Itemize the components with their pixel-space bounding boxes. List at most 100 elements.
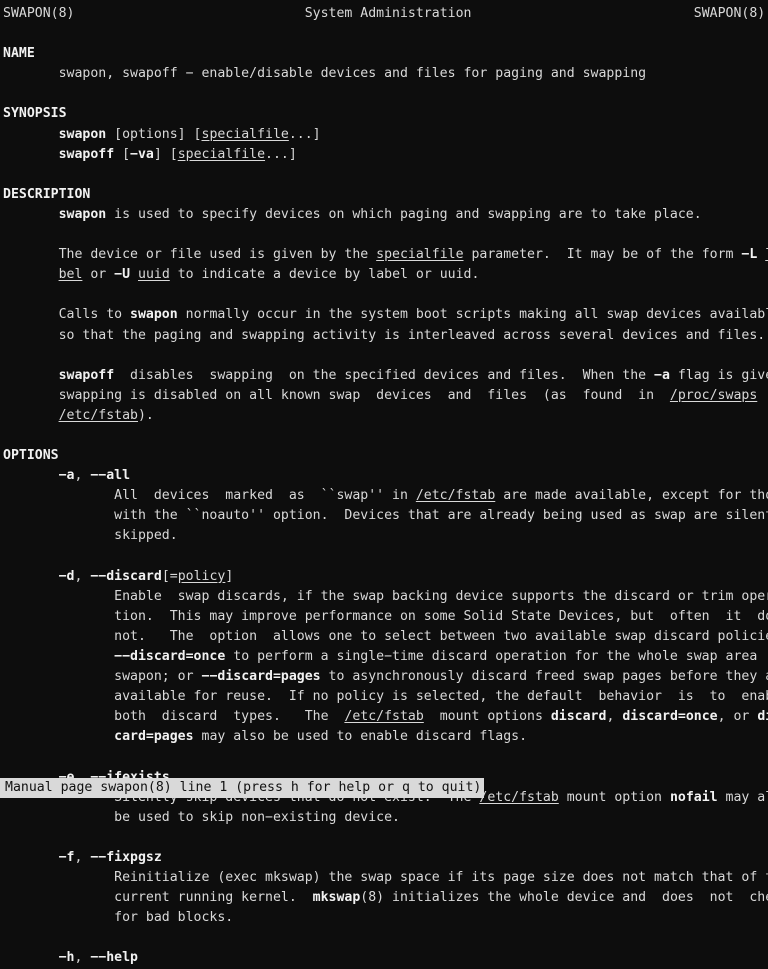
plain-text: available for reuse. If no policy is sel… (3, 689, 768, 705)
man-line: OPTIONS (3, 446, 768, 466)
underlined-text: specialfile (376, 247, 464, 263)
plain-text: All devices marked as ``swap'' in (3, 488, 416, 504)
plain-text: , (606, 709, 623, 725)
man-line (3, 24, 768, 44)
man-line (3, 225, 768, 245)
plain-text (3, 368, 59, 383)
underlined-text: /etc/fstab (479, 789, 559, 805)
plain-text: The device or file used is given by the (3, 247, 377, 263)
man-line: Enable swap discards, if the swap backin… (3, 587, 768, 607)
plain-text (3, 408, 59, 423)
plain-text (3, 569, 59, 584)
bold-text: SYNOPSIS (3, 106, 67, 122)
plain-text: be used to skip non−existing device. (3, 809, 400, 825)
man-line: swapoff [−va] [specialfile...] (3, 145, 768, 165)
bold-text: −−all (90, 468, 131, 484)
plain-text: are made available, except for those (495, 488, 768, 504)
plain-text: , (74, 568, 91, 584)
man-line: −−discard=once to perform a single−time … (3, 647, 768, 667)
plain-text (3, 267, 59, 282)
plain-text: ). (137, 407, 154, 423)
plain-text: swapping is disabled on all known swap d… (3, 387, 670, 403)
plain-text (74, 6, 304, 21)
man-line: swapoff disables swapping on the specifi… (3, 366, 768, 386)
bold-text: −va (130, 146, 154, 162)
plain-text (3, 850, 59, 865)
bold-text: −−discard=pages (201, 669, 321, 685)
bold-text: swapon (58, 206, 107, 222)
bold-text: −h (58, 950, 75, 966)
plain-text (3, 649, 114, 664)
plain-text: for bad blocks. (3, 910, 234, 926)
bold-text: nofail (669, 789, 718, 805)
underlined-text: specialfile (201, 126, 289, 142)
underlined-text: policy (177, 568, 226, 584)
plain-text: normally occur in the system boot script… (177, 307, 768, 323)
plain-text (3, 729, 114, 744)
plain-text: System Administration (304, 6, 472, 21)
plain-text: Calls to (3, 307, 131, 323)
underlined-text: /proc/swaps (669, 387, 758, 403)
plain-text: mount option (558, 789, 670, 805)
plain-text: [options] [ (106, 126, 202, 142)
man-line: SWAPON(8) System Administration SWAPON(8… (3, 4, 768, 24)
bold-text: −a (58, 468, 75, 484)
man-line: swapon is used to specify devices on whi… (3, 205, 768, 225)
man-line: so that the paging and swapping activity… (3, 326, 768, 346)
bold-text: −L (741, 247, 758, 263)
plain-text: skipped. (3, 528, 178, 544)
man-line: Reinitialize (exec mkswap) the swap spac… (3, 868, 768, 888)
bold-text: swapon (130, 307, 178, 323)
bold-text: discard=once (622, 709, 718, 725)
underlined-text: /etc/fstab (58, 407, 138, 423)
man-line: available for reuse. If no policy is sel… (3, 687, 768, 707)
plain-text (471, 6, 693, 21)
bold-text: card=pages (114, 729, 194, 745)
plain-text: may also (725, 789, 768, 805)
man-line: swapon, swapoff − enable/disable devices… (3, 64, 768, 84)
underlined-text: specialfile (177, 146, 266, 162)
plain-text: mount options (423, 709, 551, 725)
bold-text: −−discard=once (114, 649, 226, 664)
plain-text (3, 147, 59, 162)
plain-text: [ (114, 146, 131, 162)
man-line: skipped. (3, 526, 768, 546)
plain-text: to perform a single−time discard operati… (225, 649, 768, 664)
plain-text: parameter. It may be of the form (463, 247, 742, 263)
bold-text: mkswap (312, 890, 361, 906)
underlined-text: /etc/fstab (415, 488, 496, 504)
pager-status-bar[interactable]: Manual page swapon(8) line 1 (press h fo… (0, 778, 485, 798)
man-page-content: SWAPON(8) System Administration SWAPON(8… (0, 0, 768, 969)
man-line: swapping is disabled on all known swap d… (3, 386, 768, 406)
plain-text: swapon, swapoff − enable/disable devices… (3, 66, 647, 82)
man-line: current running kernel. mkswap(8) initia… (3, 888, 768, 908)
man-line: not. The option allows one to select bet… (3, 627, 768, 647)
plain-text: , (74, 950, 91, 966)
bold-text: swapoff (58, 146, 115, 162)
man-line: −f, −−fixpgsz (3, 848, 768, 868)
bold-text: −U (114, 267, 131, 283)
plain-text: , (74, 849, 91, 865)
plain-text: flag is given, (677, 367, 768, 383)
plain-text: , or (717, 709, 758, 725)
plain-text: ...] (288, 126, 321, 142)
terminal-window: SWAPON(8) System Administration SWAPON(8… (0, 0, 768, 965)
plain-text: to indicate a device by label or uuid. (169, 267, 480, 283)
man-line: both discard types. The /etc/fstab mount… (3, 707, 768, 727)
man-line: be used to skip non−existing device. (3, 808, 768, 828)
bold-text: −d (58, 568, 75, 584)
plain-text: current running kernel. (3, 890, 313, 906)
plain-text (3, 127, 59, 142)
plain-text (3, 468, 59, 483)
man-line: bel or −U uuid to indicate a device by l… (3, 265, 768, 285)
man-line (3, 346, 768, 366)
bold-text: NAME (3, 46, 35, 62)
plain-text: , (74, 468, 91, 484)
plain-text: ] [ (153, 146, 178, 162)
plain-text: swapon; or (3, 669, 202, 685)
plain-text: Reinitialize (exec mkswap) the swap spac… (3, 870, 768, 886)
underlined-text: bel (58, 267, 83, 283)
man-line: swapon; or −−discard=pages to asynchrono… (3, 667, 768, 687)
plain-text: SWAPON(8) (693, 6, 766, 21)
plain-text (130, 267, 138, 282)
